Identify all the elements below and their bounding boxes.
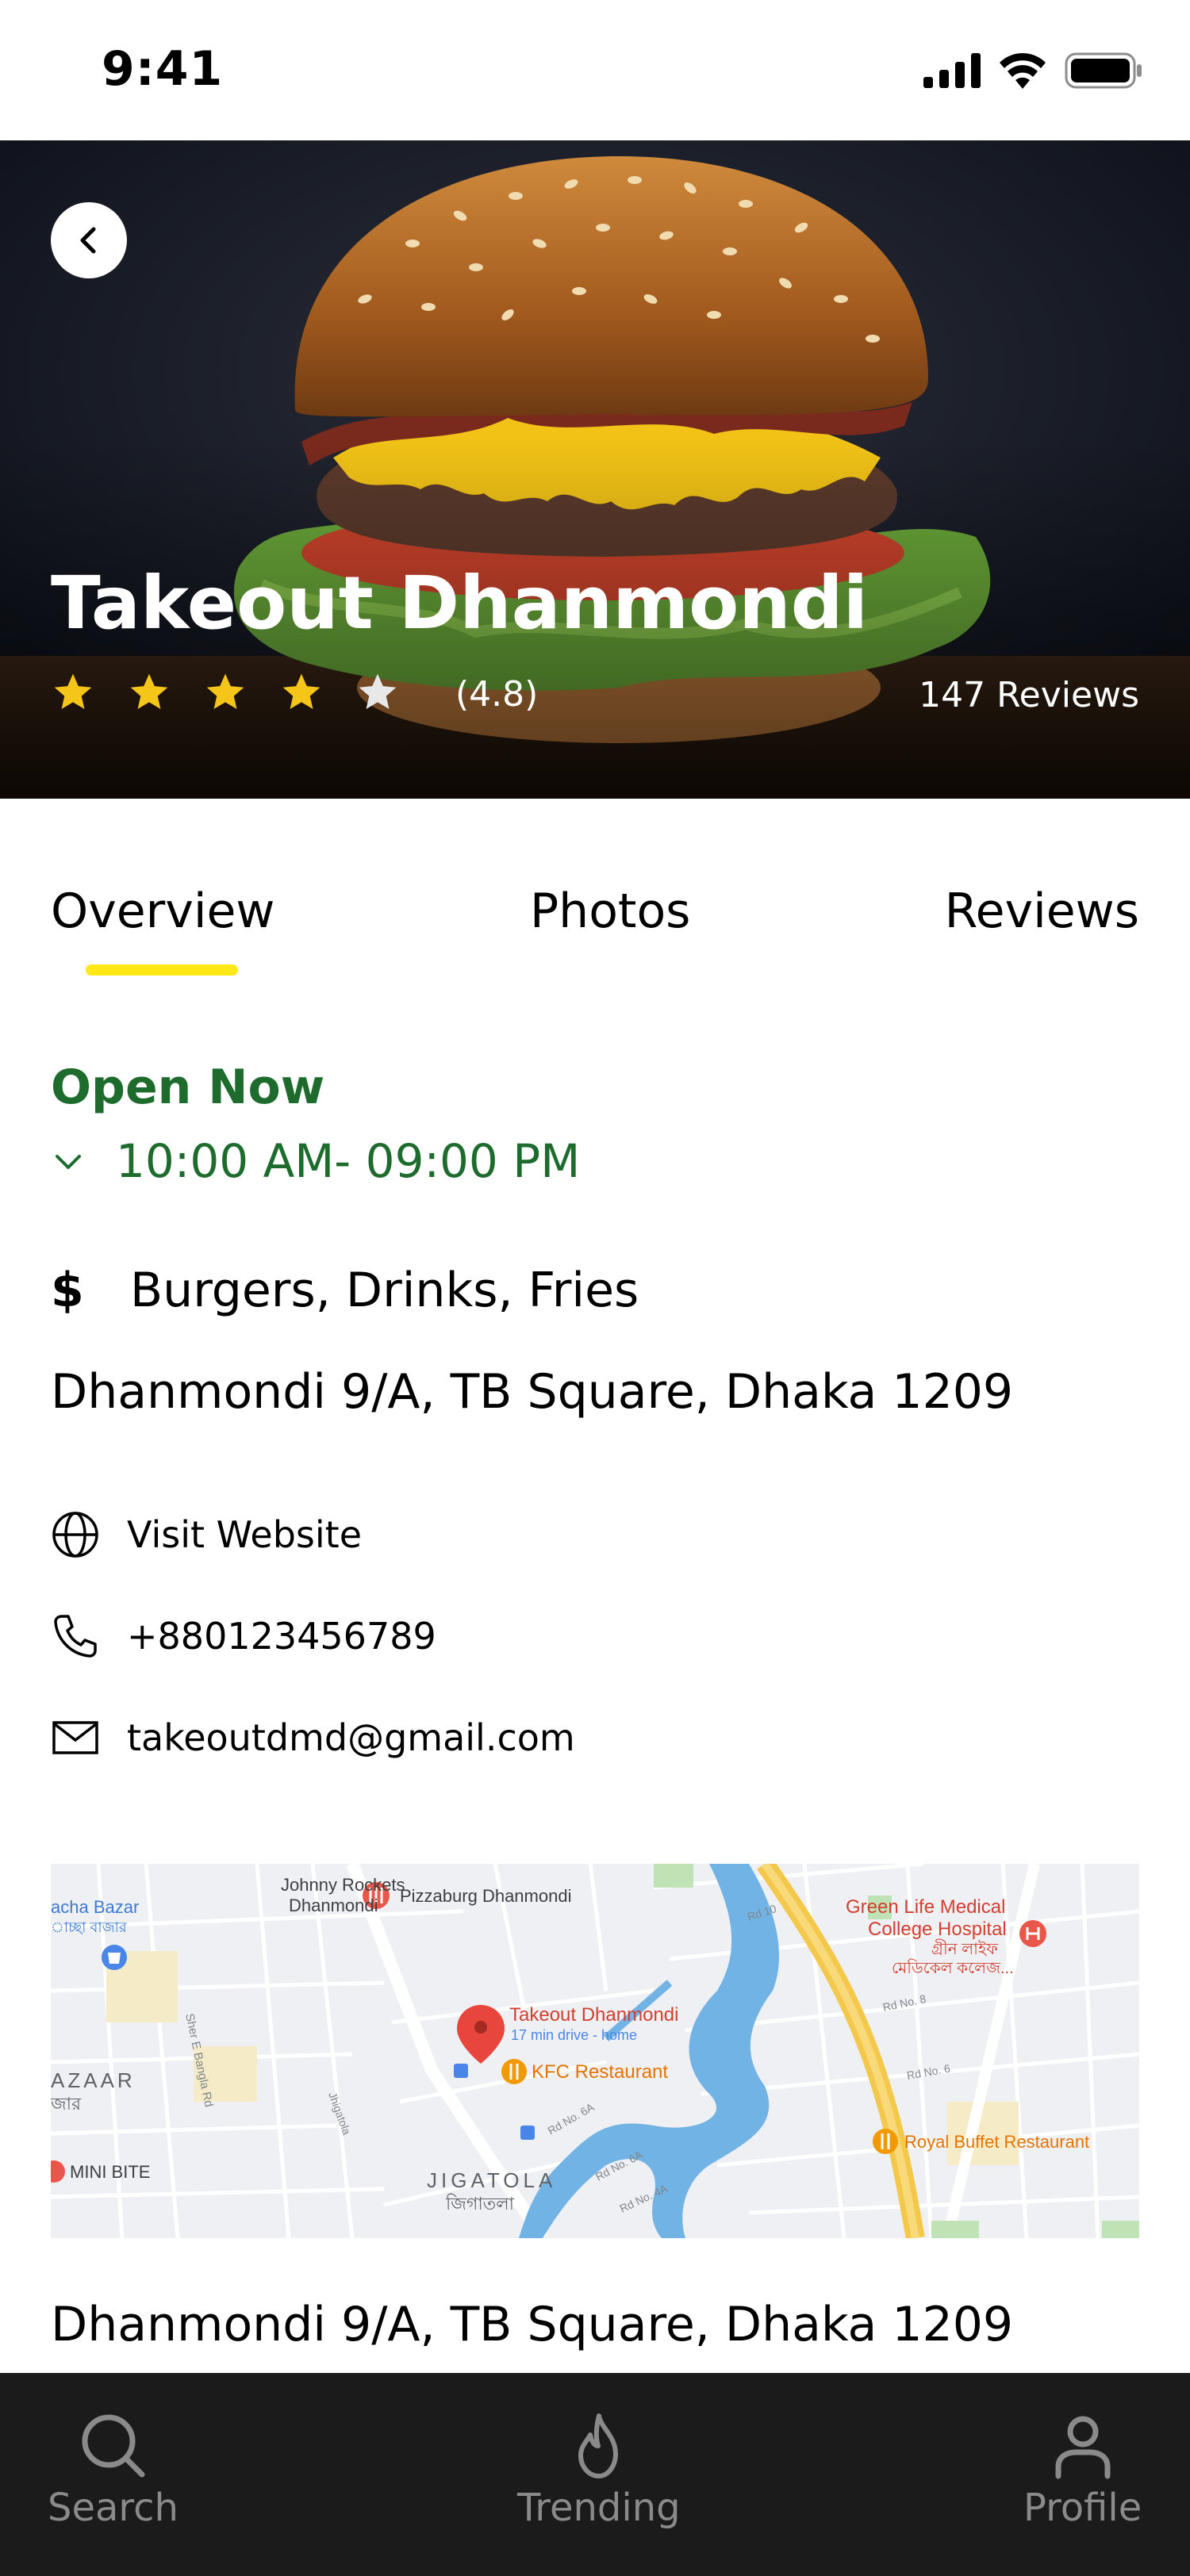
tab-photos[interactable]: Photos xyxy=(530,884,690,939)
nav-search-label: Search xyxy=(48,2486,178,2530)
restaurant-pin-icon xyxy=(873,2129,898,2154)
back-button[interactable] xyxy=(51,202,127,278)
map-pin-title: Takeout Dhanmondi xyxy=(509,2004,678,2026)
cuisine-row: $ Burgers, Drinks, Fries xyxy=(51,1263,639,1318)
hero-banner: Takeout Dhanmondi (4.8) 147 Reviews xyxy=(0,140,1190,799)
open-status: Open Now xyxy=(51,1060,325,1115)
map-label: College Hospital xyxy=(868,1919,1007,1940)
map-pin-subtitle: 17 min drive - home xyxy=(511,2027,637,2043)
search-icon xyxy=(82,2414,145,2478)
hospital-pin-icon xyxy=(1019,1920,1046,1947)
website-link[interactable]: Visit Website xyxy=(51,1510,362,1559)
chevron-left-icon xyxy=(80,227,96,254)
map-label: গ্রীন লাইফ xyxy=(931,1939,998,1958)
star-filled-icon xyxy=(203,670,248,718)
user-icon xyxy=(1055,2416,1111,2479)
map-label: AZAAR xyxy=(51,2068,136,2092)
bottom-navigation: Search Trending Profile xyxy=(0,2373,1190,2576)
tab-overview[interactable]: Overview xyxy=(51,884,274,939)
globe-icon xyxy=(52,1512,98,1558)
map-label: KFC Restaurant xyxy=(532,2061,668,2083)
map-label: Royal Buffet Restaurant xyxy=(904,2132,1089,2152)
email-link[interactable]: takeoutdmd@gmail.com xyxy=(51,1713,575,1762)
star-filled-icon xyxy=(279,670,324,718)
map-label: জিগাতলা xyxy=(445,2194,515,2214)
map-label: JIGATOLA xyxy=(427,2168,556,2192)
restaurant-name: Takeout Dhanmondi xyxy=(51,561,869,646)
star-filled-icon xyxy=(51,670,95,718)
location-map[interactable]: Johnny Rockets Dhanmondi Pizzaburg Dhanm… xyxy=(51,1864,1139,2238)
status-icons xyxy=(923,52,1142,89)
map-label: MINI BITE xyxy=(70,2162,150,2182)
website-label: Visit Website xyxy=(127,1513,363,1556)
map-label: াচ্ছা বাজার xyxy=(51,1919,128,1935)
star-filled-icon xyxy=(127,670,171,718)
tab-reviews[interactable]: Reviews xyxy=(945,884,1139,939)
phone-icon xyxy=(54,1615,97,1658)
map-label: Johnny Rockets xyxy=(281,1875,405,1895)
email-address: takeoutdmd@gmail.com xyxy=(127,1716,575,1759)
map-label: Green Life Medical xyxy=(846,1896,1005,1918)
reviews-count[interactable]: 147 Reviews xyxy=(919,675,1139,715)
map-label: Pizzaburg Dhanmondi xyxy=(400,1886,571,1906)
nav-trending-label: Trending xyxy=(517,2486,681,2530)
mail-icon xyxy=(52,1721,98,1754)
tab-bar: Overview Photos Reviews xyxy=(0,872,1190,983)
address: Dhanmondi 9/A, TB Square, Dhaka 1209 xyxy=(51,1364,1014,1420)
price-level: $ xyxy=(51,1263,84,1318)
phone-link[interactable]: +880123456789 xyxy=(51,1612,436,1661)
map-label: Dhanmondi xyxy=(289,1896,378,1915)
restaurant-pin-icon xyxy=(501,2059,527,2084)
opening-hours: 10:00 AM- 09:00 PM xyxy=(116,1134,581,1188)
map-address: Dhanmondi 9/A, TB Square, Dhaka 1209 xyxy=(51,2297,1014,2352)
hours-dropdown[interactable]: 10:00 AM- 09:00 PM xyxy=(51,1134,580,1188)
nav-profile-label: Profile xyxy=(1023,2486,1142,2530)
map-label: জার xyxy=(51,2094,82,2114)
rating-row: (4.8) xyxy=(51,670,538,718)
chevron-down-icon xyxy=(56,1155,81,1169)
nav-search[interactable]: Search xyxy=(48,2409,178,2530)
map-label: acha Bazar xyxy=(51,1897,139,1917)
cuisine-list: Burgers, Drinks, Fries xyxy=(130,1263,639,1318)
active-tab-indicator xyxy=(86,964,238,976)
status-bar: 9:41 xyxy=(0,0,1190,140)
status-time: 9:41 xyxy=(102,41,224,97)
cellular-signal-icon xyxy=(923,53,981,88)
map-label: মেডিকেল কলেজ... xyxy=(892,1959,1014,1977)
phone-number: +880123456789 xyxy=(127,1615,436,1658)
nav-profile[interactable]: Profile xyxy=(1023,2409,1142,2530)
wifi-icon xyxy=(1000,52,1046,89)
flame-icon xyxy=(578,2413,618,2478)
shopping-pin-icon xyxy=(102,1945,127,1970)
nav-trending[interactable]: Trending xyxy=(517,2409,681,2530)
battery-icon xyxy=(1065,52,1142,89)
star-empty-icon xyxy=(355,670,400,718)
rating-value: (4.8) xyxy=(455,673,539,715)
